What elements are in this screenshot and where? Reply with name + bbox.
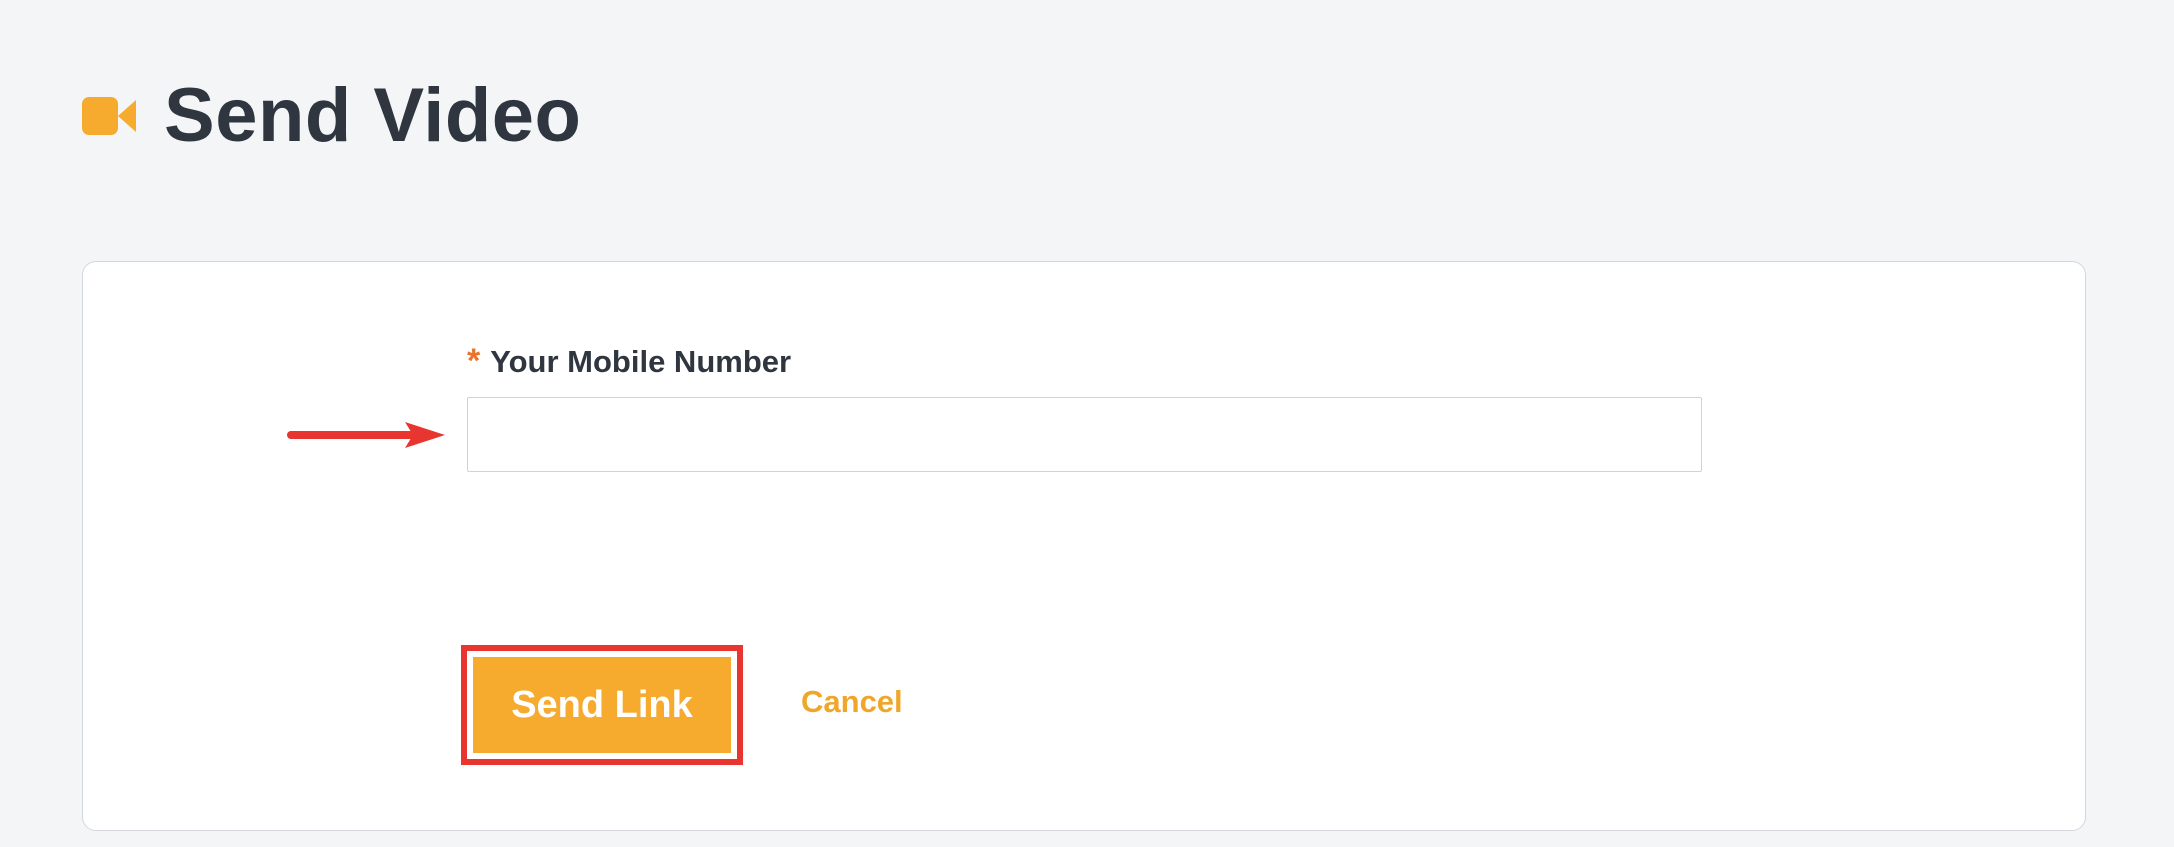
video-camera-icon [82, 97, 136, 135]
right-arrow-icon [287, 422, 445, 448]
page-header: Send Video [82, 78, 581, 154]
send-video-form-card: * Your Mobile Number Send Link Cancel [82, 261, 2086, 831]
send-link-button[interactable]: Send Link [473, 657, 731, 753]
cancel-link[interactable]: Cancel [801, 684, 903, 720]
mobile-number-label: * Your Mobile Number [467, 342, 791, 381]
required-marker: * [467, 342, 481, 380]
mobile-number-input[interactable] [467, 397, 1702, 472]
mobile-number-label-text: Your Mobile Number [490, 344, 792, 379]
page-title: Send Video [164, 73, 582, 158]
